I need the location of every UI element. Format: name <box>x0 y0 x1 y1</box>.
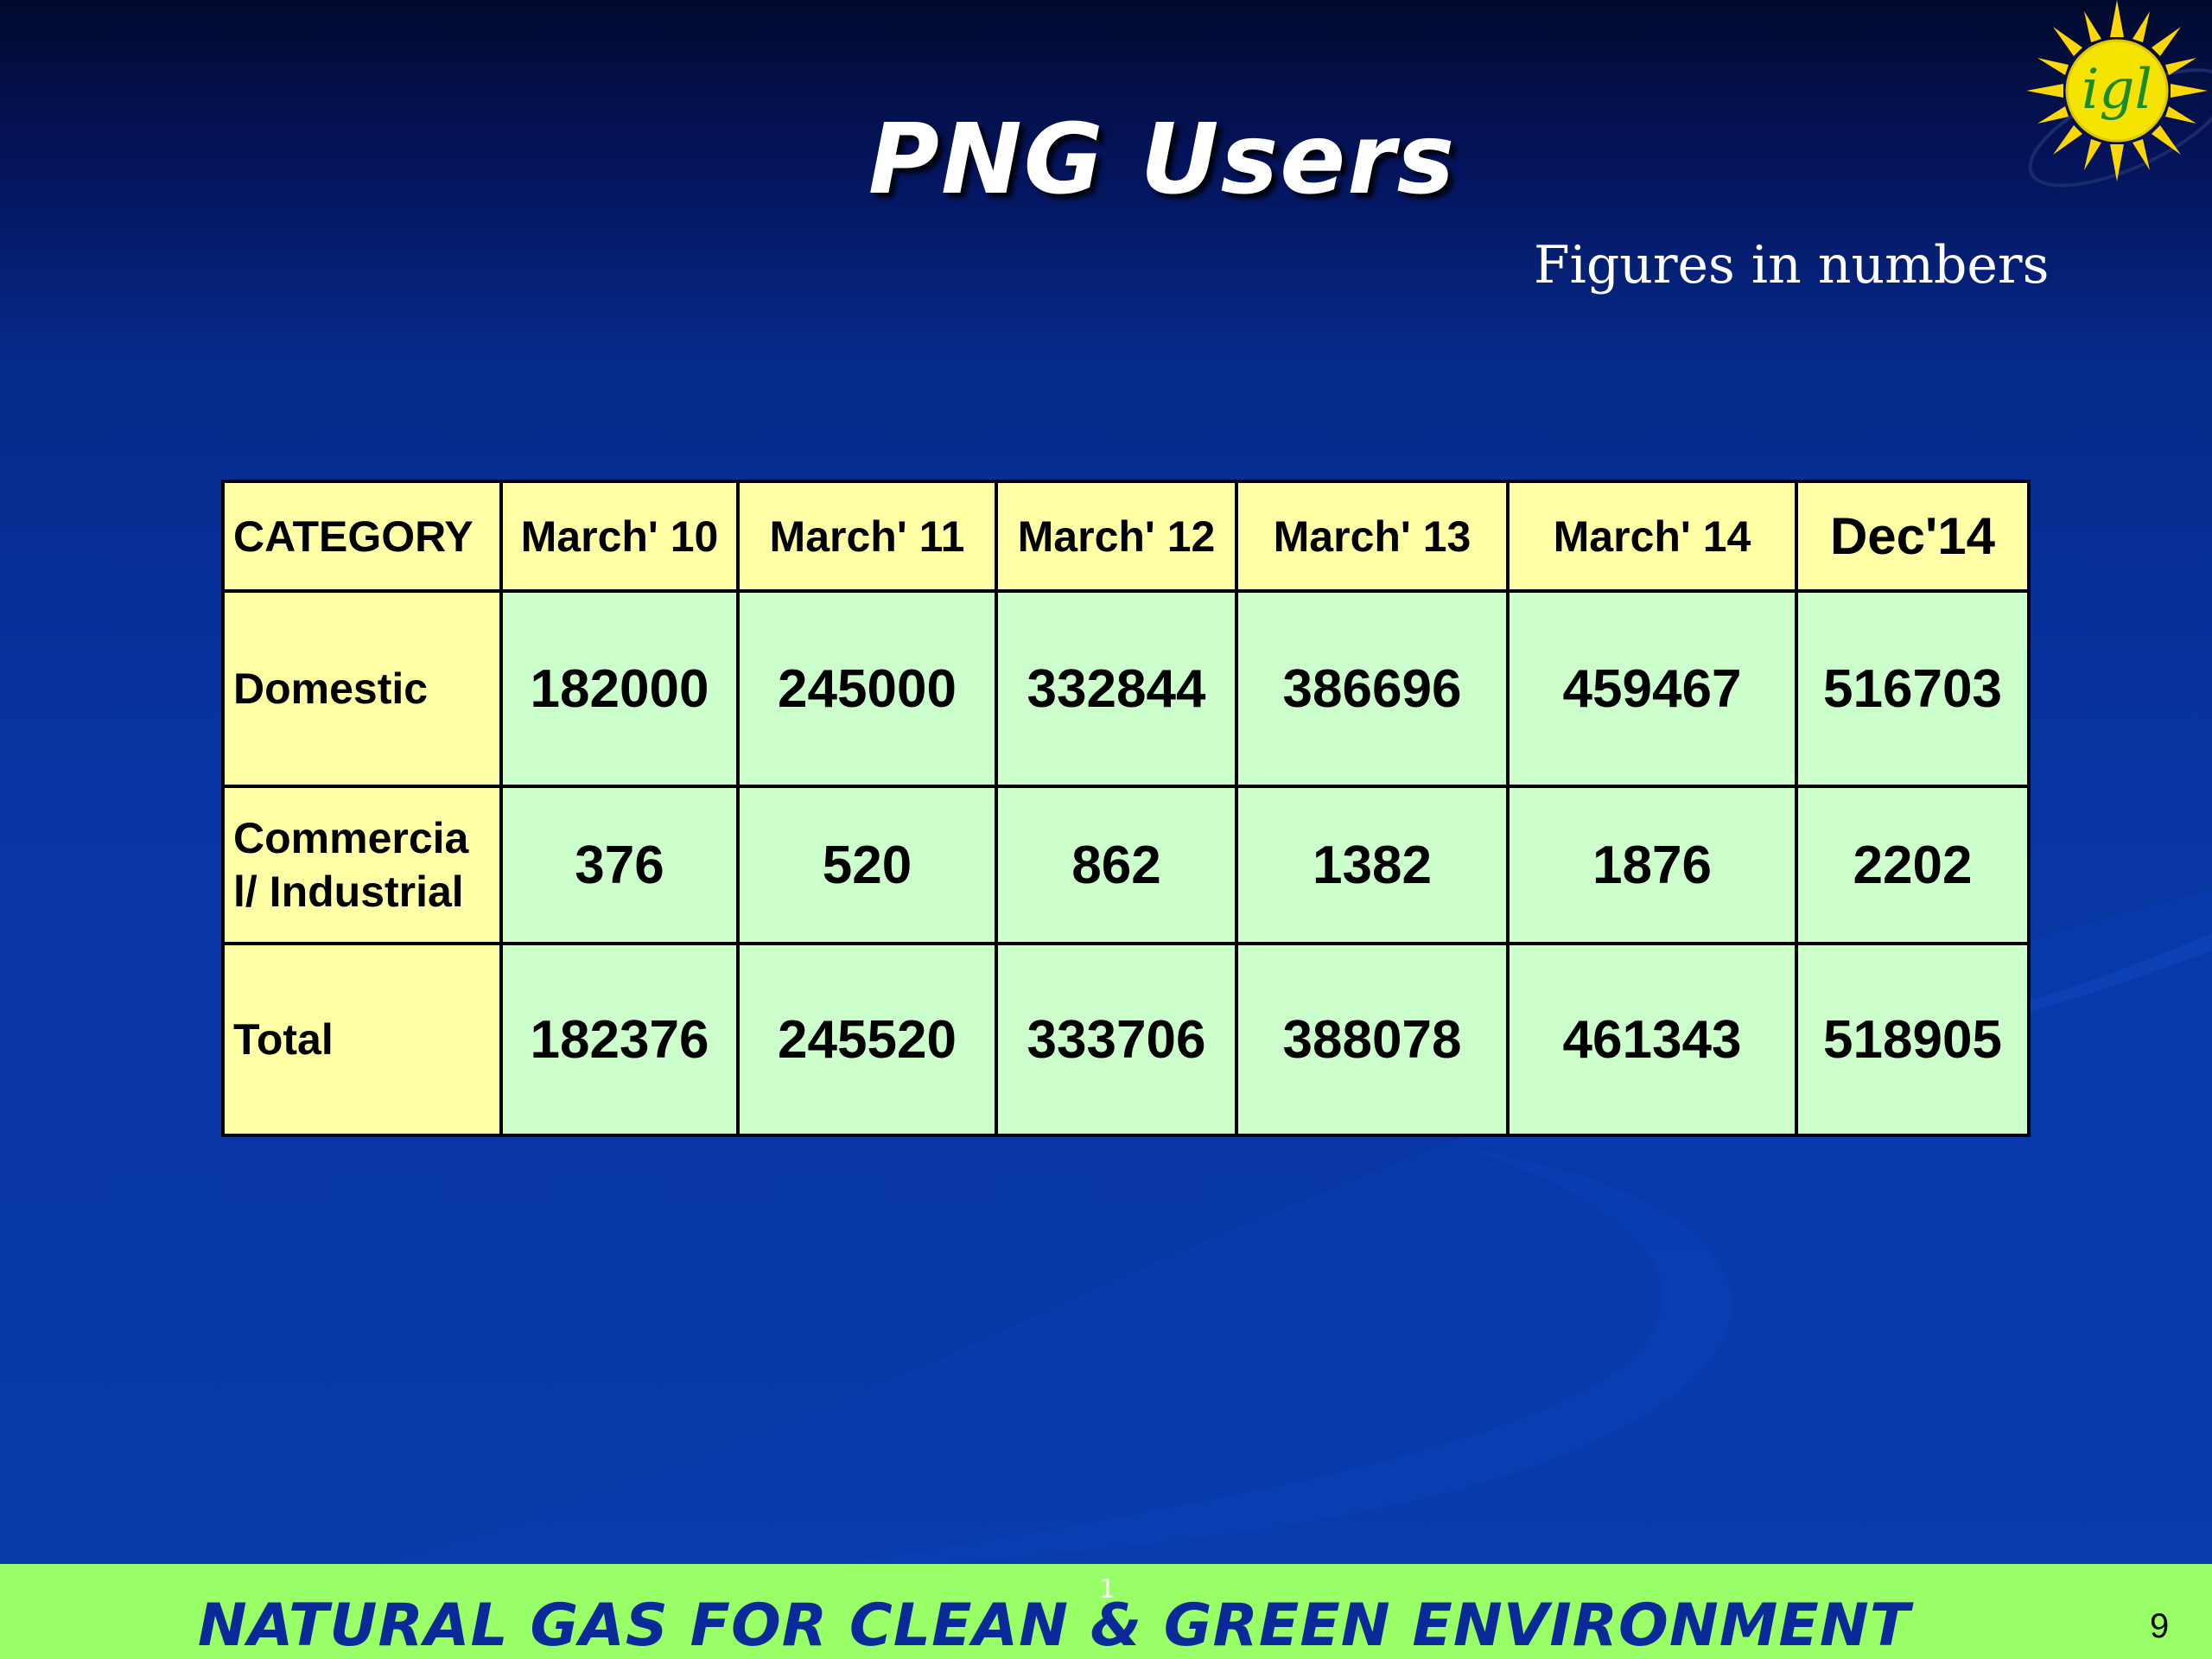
table-cell: 459467 <box>1506 589 1798 788</box>
header-march-14: March' 14 <box>1506 480 1798 593</box>
table-cell: 245520 <box>736 942 998 1137</box>
table-cell: 518905 <box>1795 942 2031 1137</box>
table-cell: 388078 <box>1235 942 1510 1137</box>
header-category: CATEGORY <box>221 480 503 593</box>
header-march-10: March' 10 <box>499 480 740 593</box>
footer-marker: 1 <box>1099 1574 1116 1605</box>
slide-background: PNG Users Figures in numbers igl CATEGOR… <box>0 0 2212 1659</box>
table-row: Total 182376 245520 333706 388078 461343… <box>221 942 2031 1137</box>
header-march-12: March' 12 <box>995 480 1238 593</box>
png-users-table: CATEGORY March' 10 March' 11 March' 12 M… <box>221 480 2031 1137</box>
table-cell: 182376 <box>499 942 740 1137</box>
table-header-row: CATEGORY March' 10 March' 11 March' 12 M… <box>221 480 2031 593</box>
table-cell: 182000 <box>499 589 740 788</box>
row-label-total: Total <box>221 942 503 1137</box>
table-cell: 862 <box>995 785 1238 945</box>
table-cell: 332844 <box>995 589 1238 788</box>
header-march-11: March' 11 <box>736 480 998 593</box>
table-cell: 245000 <box>736 589 998 788</box>
table-cell: 520 <box>736 785 998 945</box>
row-label-domestic: Domestic <box>221 589 503 788</box>
page-number: 9 <box>2150 1607 2170 1645</box>
table-cell: 461343 <box>1506 942 1798 1137</box>
table-row: Domestic 182000 245000 332844 386696 459… <box>221 589 2031 788</box>
row-label-line-2: l/ Industrial <box>233 868 464 916</box>
table-cell: 333706 <box>995 942 1238 1137</box>
table-cell: 1382 <box>1235 785 1510 945</box>
table-cell: 1876 <box>1506 785 1798 945</box>
row-label-commercial-industrial: Commercia l/ Industrial <box>221 785 503 945</box>
figures-note: Figures in numbers <box>1534 235 2050 296</box>
svg-text:igl: igl <box>2082 58 2152 122</box>
header-march-13: March' 13 <box>1235 480 1510 593</box>
igl-logo: igl <box>2026 0 2212 188</box>
table-cell: 2202 <box>1795 785 2031 945</box>
header-dec-14: Dec'14 <box>1795 480 2031 593</box>
table-cell: 516703 <box>1795 589 2031 788</box>
slide-title: PNG Users <box>868 104 1457 216</box>
table-cell: 376 <box>499 785 740 945</box>
table-cell: 386696 <box>1235 589 1510 788</box>
table-row: Commercia l/ Industrial 376 520 862 1382 … <box>221 785 2031 945</box>
row-label-line-1: Commercia <box>233 814 469 862</box>
footer-slogan-text: NATURAL GAS FOR CLEAN & GREEN ENVIRONMEN… <box>197 1592 1911 1659</box>
